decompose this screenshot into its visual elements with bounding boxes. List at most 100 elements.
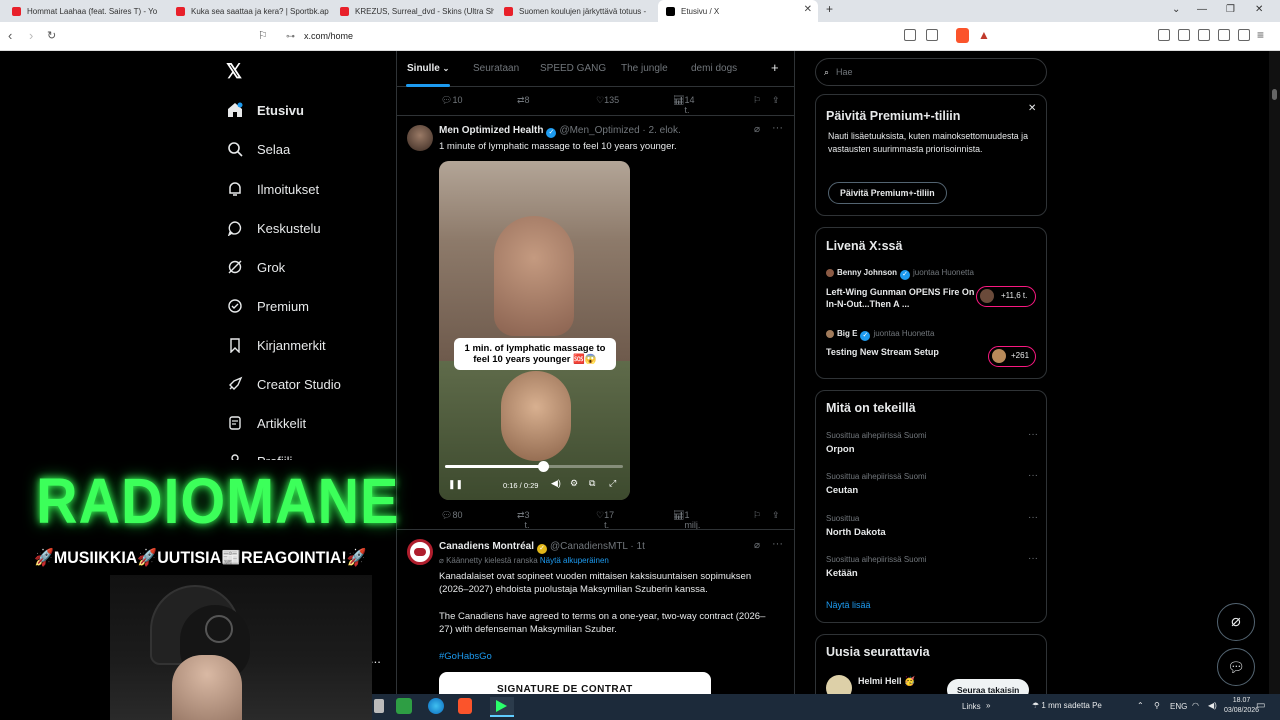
edge-icon[interactable] bbox=[428, 698, 444, 714]
tweet-author[interactable]: Men Optimized Health ✓ @Men_Optimized · 2.… bbox=[439, 125, 681, 138]
tweet-video[interactable]: 1 min. of lymphatic massage to feel 10 y… bbox=[439, 161, 630, 500]
like-button[interactable]: ♡ 17 t. bbox=[596, 510, 614, 530]
browser-tab[interactable]: Suomen koulujen järkyttävä totuus - bbox=[496, 0, 656, 22]
show-original-link[interactable]: Näytä alkuperäinen bbox=[540, 556, 609, 565]
more-options-icon[interactable]: ··· bbox=[772, 122, 783, 134]
more-options-icon[interactable]: ··· bbox=[1028, 553, 1038, 564]
pip-icon[interactable]: ⧉ bbox=[589, 478, 595, 489]
taskbar-app-icon[interactable] bbox=[490, 697, 514, 717]
video-progress-track[interactable] bbox=[445, 461, 623, 472]
bookmark-page-icon[interactable]: ⚐ bbox=[258, 29, 268, 42]
avatar[interactable] bbox=[826, 675, 852, 694]
show-more-link[interactable]: Näytä lisää bbox=[826, 600, 871, 610]
avatar[interactable] bbox=[407, 125, 433, 151]
scrollbar-thumb[interactable] bbox=[1272, 89, 1277, 100]
volume-icon[interactable]: ◀) bbox=[1208, 701, 1217, 710]
tab-speed-gang[interactable]: SPEED GANG bbox=[540, 63, 606, 74]
x-logo-icon[interactable]: 𝕏 bbox=[226, 59, 242, 84]
brave-icon[interactable] bbox=[458, 698, 472, 714]
taskbar-links[interactable]: Links bbox=[962, 702, 981, 711]
brave-rewards-icon[interactable]: ▲ bbox=[978, 28, 990, 42]
video-scrubber-handle[interactable] bbox=[537, 461, 549, 472]
more-options-icon[interactable]: ··· bbox=[1028, 470, 1038, 481]
hashtag-link[interactable]: #GoHabsGo bbox=[439, 650, 492, 663]
bookmark-icon[interactable]: ⚐ bbox=[753, 95, 761, 106]
back-icon[interactable]: ‹ bbox=[8, 28, 12, 43]
search-input[interactable]: ⌕ Hae bbox=[815, 58, 1047, 86]
reply-button[interactable]: 💬︎ 80 bbox=[441, 510, 462, 521]
browser-tab[interactable]: KREZUS, Surreal_dvd - Skins (Ultra Sh bbox=[332, 0, 494, 22]
premium-upgrade-button[interactable]: Päivitä Premium+-tiliin bbox=[828, 182, 947, 204]
follow-back-button[interactable]: Seuraa takaisin bbox=[947, 679, 1030, 694]
more-options-icon[interactable]: ··· bbox=[1028, 512, 1038, 523]
fullscreen-icon[interactable]: ⤢ bbox=[609, 478, 616, 489]
avatar[interactable] bbox=[407, 539, 433, 565]
more-options-icon[interactable]: ··· bbox=[772, 538, 783, 550]
sidebar-item-notifications[interactable]: Ilmoitukset bbox=[226, 178, 319, 200]
tray-chevron-icon[interactable]: ⌃ bbox=[1137, 701, 1144, 710]
grok-fab-icon[interactable]: ⌀ bbox=[1217, 603, 1255, 641]
like-button[interactable]: ♡ 135 bbox=[596, 95, 619, 106]
url-field[interactable]: ⊶ x.com/home bbox=[280, 26, 1000, 47]
weather-widget[interactable]: ☂ 1 mm sadetta Pe bbox=[1032, 701, 1102, 710]
sidebar-item-explore[interactable]: Selaa bbox=[226, 138, 290, 160]
tab-following[interactable]: Seurataan bbox=[473, 63, 519, 74]
wifi-icon[interactable]: ◠ bbox=[1192, 701, 1199, 710]
settings-icon[interactable]: ⚙ bbox=[570, 478, 578, 489]
sidebar-item-chat[interactable]: Keskustelu bbox=[226, 217, 321, 239]
new-tab-button[interactable]: + bbox=[826, 2, 833, 16]
reply-button[interactable]: 💬︎ 10 bbox=[441, 95, 462, 106]
browser-tab[interactable]: Hommat Laahaa (feat. Saires T) - Yo bbox=[4, 0, 166, 22]
grok-icon[interactable]: ⌀ bbox=[754, 540, 760, 551]
taskbar-app-icon[interactable] bbox=[374, 699, 384, 713]
notifications-icon[interactable]: ▭ bbox=[1256, 700, 1265, 711]
browser-tab[interactable]: Kuka sea saattaa ja kera? | Sportbk.ap bbox=[168, 0, 330, 22]
tweet-author[interactable]: Canadiens Montréal ✓ @CanadiensMTL · 1t bbox=[439, 541, 645, 554]
repost-button[interactable]: ⇄ 8 bbox=[517, 95, 530, 106]
network-icon[interactable]: ⚲ bbox=[1154, 701, 1160, 710]
share-icon[interactable]: ⇪ bbox=[772, 510, 780, 521]
maximize-button[interactable]: ❐ bbox=[1226, 4, 1235, 15]
menu-icon[interactable]: ≡ bbox=[1257, 28, 1264, 42]
cast-icon[interactable] bbox=[926, 29, 938, 41]
brave-shield-icon[interactable] bbox=[956, 28, 969, 43]
wallet-icon[interactable] bbox=[1198, 29, 1210, 41]
add-tab-button[interactable]: + bbox=[771, 60, 779, 75]
close-icon[interactable]: ✕ bbox=[1028, 103, 1036, 114]
volume-icon[interactable]: ◀) bbox=[551, 478, 561, 489]
media-icon[interactable] bbox=[1158, 29, 1170, 41]
bookmark-icon[interactable]: ⚐ bbox=[753, 510, 761, 521]
vpn-icon[interactable] bbox=[1238, 29, 1250, 41]
more-options-icon[interactable]: ··· bbox=[1028, 429, 1038, 440]
tab-for-you[interactable]: Sinulle ⌄ bbox=[407, 63, 449, 74]
chevron-down-icon[interactable]: ⌄ bbox=[1172, 4, 1180, 15]
language-indicator[interactable]: ENG bbox=[1170, 702, 1187, 711]
pause-icon[interactable]: ❚❚ bbox=[448, 479, 463, 490]
sidebar-item-home[interactable]: Etusivu bbox=[226, 99, 304, 121]
translate-icon[interactable] bbox=[904, 29, 916, 41]
browser-tab-active[interactable]: Etusivu / X ✕ bbox=[658, 0, 818, 22]
tab-the-jungle[interactable]: The jungle bbox=[621, 63, 668, 74]
share-icon[interactable]: ⇪ bbox=[772, 95, 780, 106]
minimize-button[interactable]: — bbox=[1197, 4, 1207, 15]
views-button[interactable]: 📊︎ 14 t. bbox=[673, 95, 694, 115]
clock[interactable]: 18.07 03/08/2026 bbox=[1224, 696, 1259, 716]
sidebar-item-articles[interactable]: Artikkelit bbox=[226, 412, 306, 434]
site-info-icon[interactable]: ⊶ bbox=[286, 26, 295, 47]
views-button[interactable]: 📊︎ 1 milj. bbox=[673, 510, 700, 530]
taskbar-app-icon[interactable] bbox=[396, 698, 412, 714]
forward-icon[interactable]: › bbox=[29, 28, 33, 43]
sidebar-item-bookmarks[interactable]: Kirjanmerkit bbox=[226, 334, 326, 356]
extensions-icon[interactable] bbox=[1218, 29, 1230, 41]
chevron-icon[interactable]: » bbox=[986, 701, 990, 710]
sidebar-item-creator-studio[interactable]: Creator Studio bbox=[226, 373, 341, 395]
tab-demi-dogs[interactable]: demi dogs bbox=[691, 63, 737, 74]
tweet-image[interactable]: SIGNATURE DE CONTRAT bbox=[439, 672, 711, 694]
repost-button[interactable]: ⇄ 3 t. bbox=[517, 510, 530, 530]
reload-icon[interactable]: ↻ bbox=[47, 29, 56, 42]
close-tab-icon[interactable]: ✕ bbox=[804, 4, 812, 15]
grok-icon[interactable]: ⌀ bbox=[754, 124, 760, 135]
sidebar-item-grok[interactable]: Grok bbox=[226, 256, 285, 278]
sidebar-icon[interactable] bbox=[1178, 29, 1190, 41]
messages-fab-icon[interactable]: 💬︎ bbox=[1217, 648, 1255, 686]
